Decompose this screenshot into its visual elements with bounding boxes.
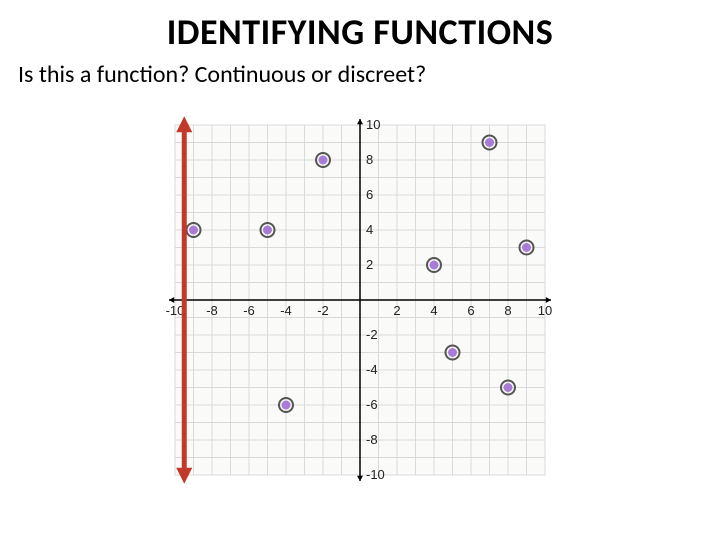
x-tick-label: -4 <box>280 303 292 318</box>
y-tick-label: 10 <box>366 117 380 132</box>
x-tick-label: 8 <box>504 303 511 318</box>
y-tick-label: 8 <box>366 152 373 167</box>
y-tick-label: -2 <box>366 327 378 342</box>
page-title: IDENTIFYING FUNCTIONS <box>0 10 720 54</box>
x-tick-label: -8 <box>206 303 218 318</box>
x-tick-label: -2 <box>317 303 329 318</box>
question-text: Is this a function? Continuous or discre… <box>18 60 426 89</box>
y-tick-label: -10 <box>366 467 385 482</box>
y-tick-label: -6 <box>366 397 378 412</box>
x-tick-label: -6 <box>243 303 255 318</box>
x-tick-label: 4 <box>430 303 437 318</box>
x-tick-label: 2 <box>393 303 400 318</box>
slide: IDENTIFYING FUNCTIONS Is this a function… <box>0 0 720 540</box>
scatter-chart: -10 -8 -6 -4 -2 2 4 6 8 10 -10 -8 -6 -4 -2 2 4 6 8 10 <box>135 105 585 505</box>
y-tick-label: 6 <box>366 187 373 202</box>
y-tick-label: 2 <box>366 257 373 272</box>
y-tick-label: -8 <box>366 432 378 447</box>
y-tick-label: 4 <box>366 222 373 237</box>
x-tick-label: 10 <box>538 303 552 318</box>
y-tick-label: -4 <box>366 362 378 377</box>
x-tick-label: -10 <box>166 303 185 318</box>
x-tick-label: 6 <box>467 303 474 318</box>
